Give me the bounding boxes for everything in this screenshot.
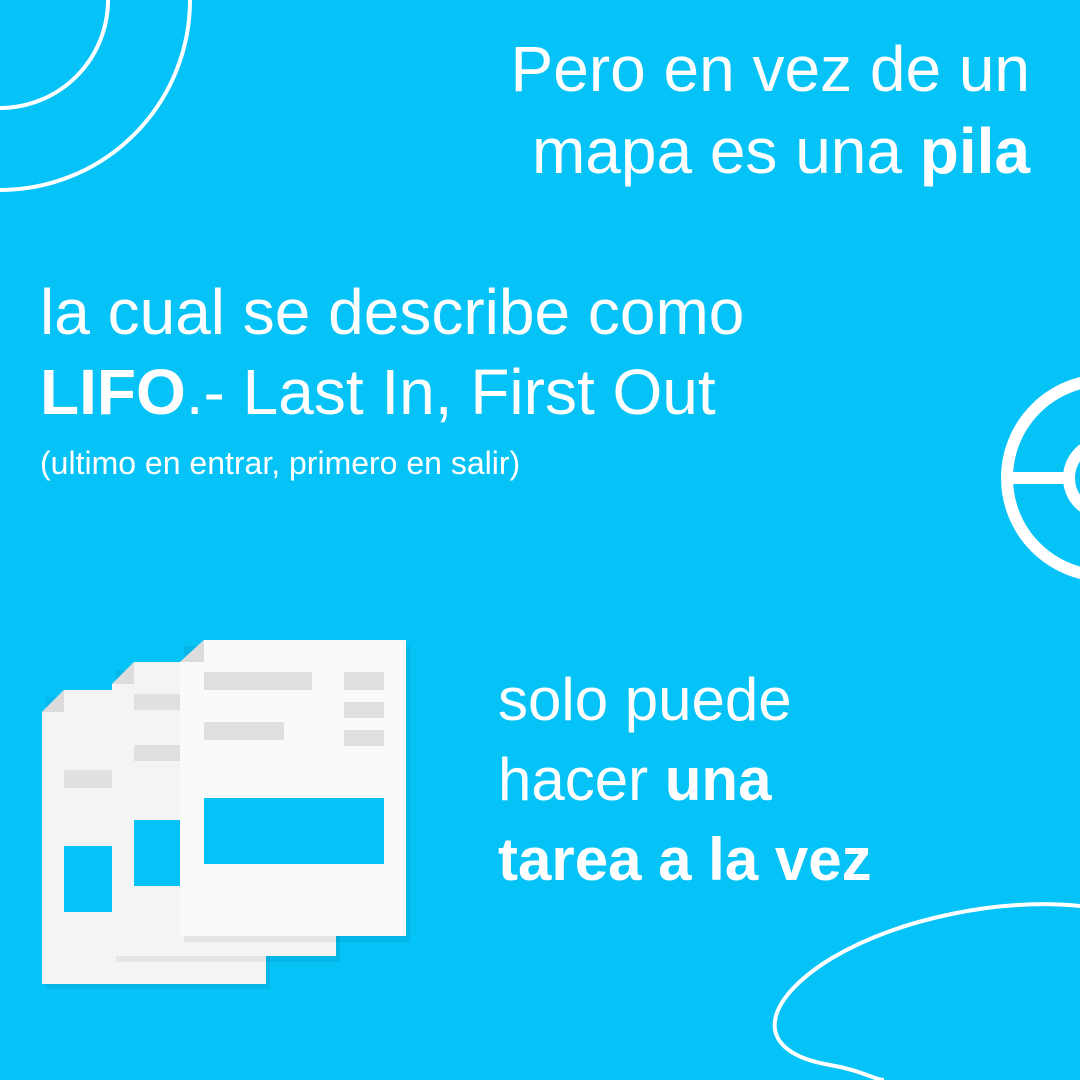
document-stack-icon [42, 640, 410, 989]
slide: Pero en vez de un mapa es una pila la cu… [0, 0, 1080, 1080]
document-front [180, 640, 410, 942]
